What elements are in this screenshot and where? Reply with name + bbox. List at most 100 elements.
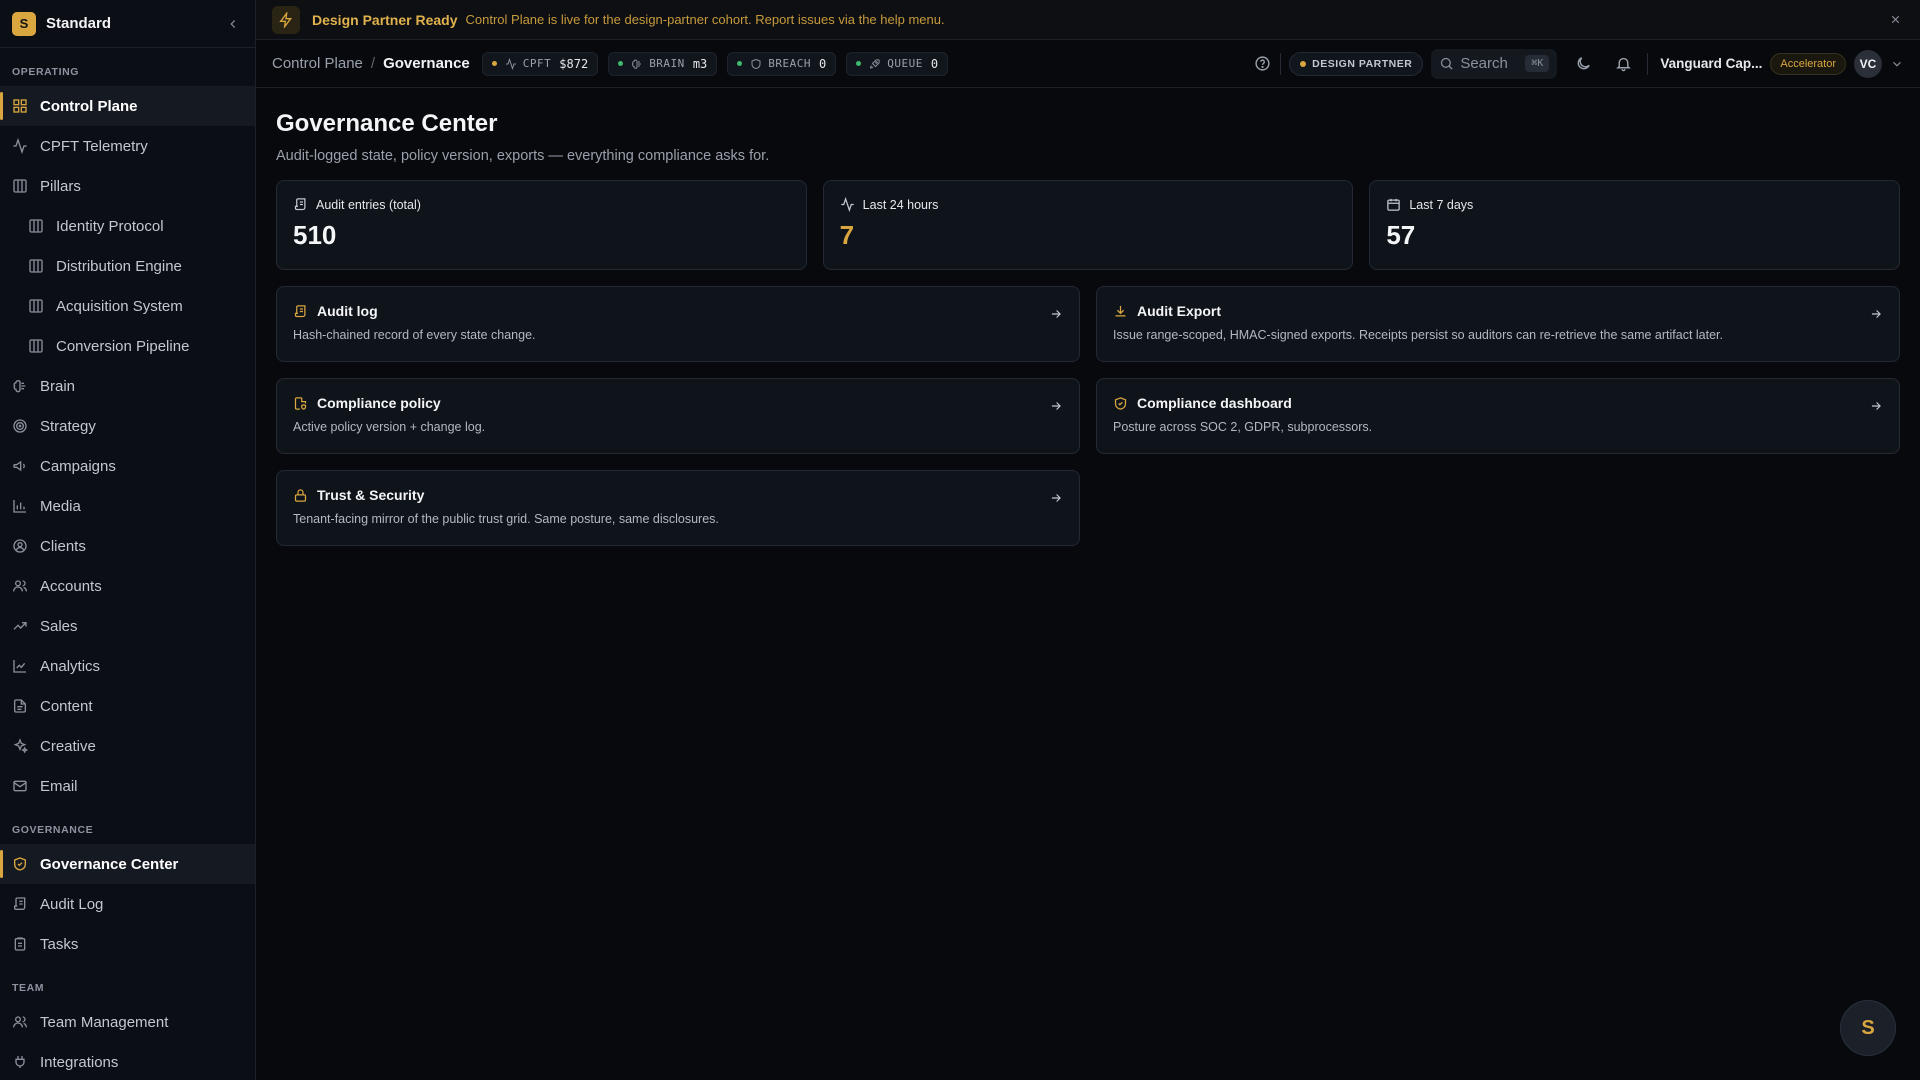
stat-value: 510 — [293, 220, 337, 250]
stat-label: Last 7 days — [1409, 197, 1474, 212]
mail-icon — [13, 780, 27, 792]
search-icon — [1441, 57, 1453, 70]
card-description: Tenant-facing mirror of the public trust… — [293, 512, 719, 526]
avatar[interactable]: VC — [1854, 49, 1882, 78]
grid-icon — [13, 99, 27, 113]
columns-icon — [29, 299, 43, 313]
plan-badge: Accelerator — [1770, 52, 1846, 75]
moon-icon[interactable] — [1573, 54, 1593, 74]
arrow-right-icon[interactable] — [1049, 399, 1063, 413]
search-shortcut: ⌘K — [1525, 55, 1550, 72]
status-chip-breach[interactable]: BREACH 0 — [727, 51, 837, 76]
status-chip-brain[interactable]: BRAIN m3 — [608, 51, 718, 76]
sidebar-item-label: Pillars — [40, 177, 81, 195]
card-description: Hash-chained record of every state chang… — [293, 328, 536, 342]
bell-icon[interactable] — [1613, 54, 1633, 74]
sidebar-item-strategy[interactable]: Strategy — [0, 406, 255, 446]
sidebar-item-label: Accounts — [40, 577, 102, 595]
design-partner-badge: DESIGN PARTNER — [1289, 51, 1424, 76]
chip-label: BRAIN — [649, 57, 685, 70]
status-dot — [491, 61, 497, 66]
sidebar-item-clients[interactable]: Clients — [0, 526, 255, 566]
brain-icon — [13, 380, 26, 393]
workspace-logo[interactable]: S — [12, 11, 36, 36]
card-trust-security[interactable]: Trust & Security Tenant-facing mirror of… — [276, 470, 1080, 546]
sidebar-item-distribution-engine[interactable]: Distribution Engine — [0, 246, 255, 286]
search-input[interactable]: Search ⌘K — [1431, 48, 1558, 79]
card-description: Active policy version + change log. — [293, 420, 486, 434]
megaphone-icon — [13, 460, 25, 472]
arrow-right-icon[interactable] — [1049, 491, 1063, 505]
sidebar-item-pillars[interactable]: Pillars — [0, 166, 255, 206]
chip-value: 0 — [930, 56, 939, 71]
arrow-right-icon[interactable] — [1869, 307, 1883, 321]
sidebar-item-team-management[interactable]: Team Management — [0, 1002, 255, 1042]
chip-value: $872 — [559, 56, 589, 71]
ledger-icon — [14, 897, 26, 910]
sidebar-item-cpft-telemetry[interactable]: CPFT Telemetry — [0, 126, 255, 166]
workspace-name[interactable]: Standard — [46, 15, 223, 32]
calendar-icon — [1387, 198, 1401, 211]
chip-value: m3 — [692, 56, 708, 71]
arrow-right-icon[interactable] — [1869, 399, 1883, 413]
sidebar-item-label: Tasks — [40, 935, 79, 953]
sidebar-item-content[interactable]: Content — [0, 686, 255, 726]
sidebar-item-governance-center[interactable]: Governance Center — [0, 844, 255, 884]
brain-icon — [632, 59, 642, 69]
chip-label: BREACH — [768, 57, 812, 70]
sidebar-item-label: Acquisition System — [56, 297, 183, 315]
sidebar-item-conversion-pipeline[interactable]: Conversion Pipeline — [0, 326, 255, 366]
sidebar-item-campaigns[interactable]: Campaigns — [0, 446, 255, 486]
sidebar-item-integrations[interactable]: Integrations — [0, 1042, 255, 1080]
sidebar-item-acquisition-system[interactable]: Acquisition System — [0, 286, 255, 326]
sidebar-item-label: Brain — [40, 377, 76, 395]
activity-icon — [13, 138, 27, 154]
badge-label: DESIGN PARTNER — [1312, 57, 1413, 70]
stat-card-audit-entries: Audit entries (total) 510 — [276, 180, 807, 270]
chip-label: CPFT — [522, 57, 552, 70]
sidebar-item-media[interactable]: Media — [0, 486, 255, 526]
chevron-down-icon[interactable] — [1890, 57, 1904, 71]
assistant-button[interactable]: S — [1840, 1000, 1896, 1056]
chip-label: QUEUE — [887, 57, 923, 70]
sidebar-item-accounts[interactable]: Accounts — [0, 566, 255, 606]
sidebar-item-email[interactable]: Email — [0, 766, 255, 806]
sidebar-item-creative[interactable]: Creative — [0, 726, 255, 766]
sidebar-item-tasks[interactable]: Tasks — [0, 924, 255, 964]
sidebar-item-control-plane[interactable]: Control Plane — [0, 86, 255, 126]
activity-icon — [840, 197, 854, 212]
page-subtitle: Audit-logged state, policy version, expo… — [276, 148, 770, 164]
stat-label: Audit entries (total) — [316, 197, 421, 212]
breadcrumb-item[interactable]: Control Plane — [272, 55, 363, 72]
status-chip-queue[interactable]: QUEUE 0 — [846, 51, 949, 76]
sidebar-item-label: Identity Protocol — [56, 217, 164, 235]
stat-label: Last 24 hours — [862, 197, 939, 212]
status-chip-cpft[interactable]: CPFT $872 — [481, 51, 599, 76]
sidebar-item-audit-log[interactable]: Audit Log — [0, 884, 255, 924]
close-icon[interactable] — [1886, 11, 1904, 29]
section-label-governance: GOVERNANCE — [12, 824, 94, 836]
link-cards-grid: Audit log Hash-chained record of every s… — [276, 286, 1900, 546]
trending-up-icon — [13, 622, 27, 630]
search-placeholder: Search — [1460, 55, 1508, 72]
account-name[interactable]: Vanguard Cap... — [1660, 56, 1762, 71]
card-compliance-dashboard[interactable]: Compliance dashboard Posture across SOC … — [1096, 378, 1900, 454]
collapse-sidebar-icon[interactable] — [223, 14, 243, 34]
sidebar-item-label: CPFT Telemetry — [40, 137, 148, 155]
sidebar-item-label: Creative — [40, 737, 96, 755]
sidebar-item-analytics[interactable]: Analytics — [0, 646, 255, 686]
sidebar-item-sales[interactable]: Sales — [0, 606, 255, 646]
breadcrumb-current: Governance — [383, 55, 470, 72]
sidebar-item-identity-protocol[interactable]: Identity Protocol — [0, 206, 255, 246]
card-audit-export[interactable]: Audit Export Issue range-scoped, HMAC-si… — [1096, 286, 1900, 362]
sidebar-item-brain[interactable]: Brain — [0, 366, 255, 406]
card-compliance-policy[interactable]: Compliance policy Active policy version … — [276, 378, 1080, 454]
arrow-right-icon[interactable] — [1049, 307, 1063, 321]
help-icon[interactable] — [1252, 54, 1272, 74]
ledger-icon — [294, 198, 306, 211]
rocket-icon — [870, 58, 880, 69]
card-title: Compliance dashboard — [1137, 395, 1292, 411]
breadcrumb-separator: / — [370, 55, 376, 72]
card-audit-log[interactable]: Audit log Hash-chained record of every s… — [276, 286, 1080, 362]
shield-check-icon — [1114, 396, 1127, 410]
